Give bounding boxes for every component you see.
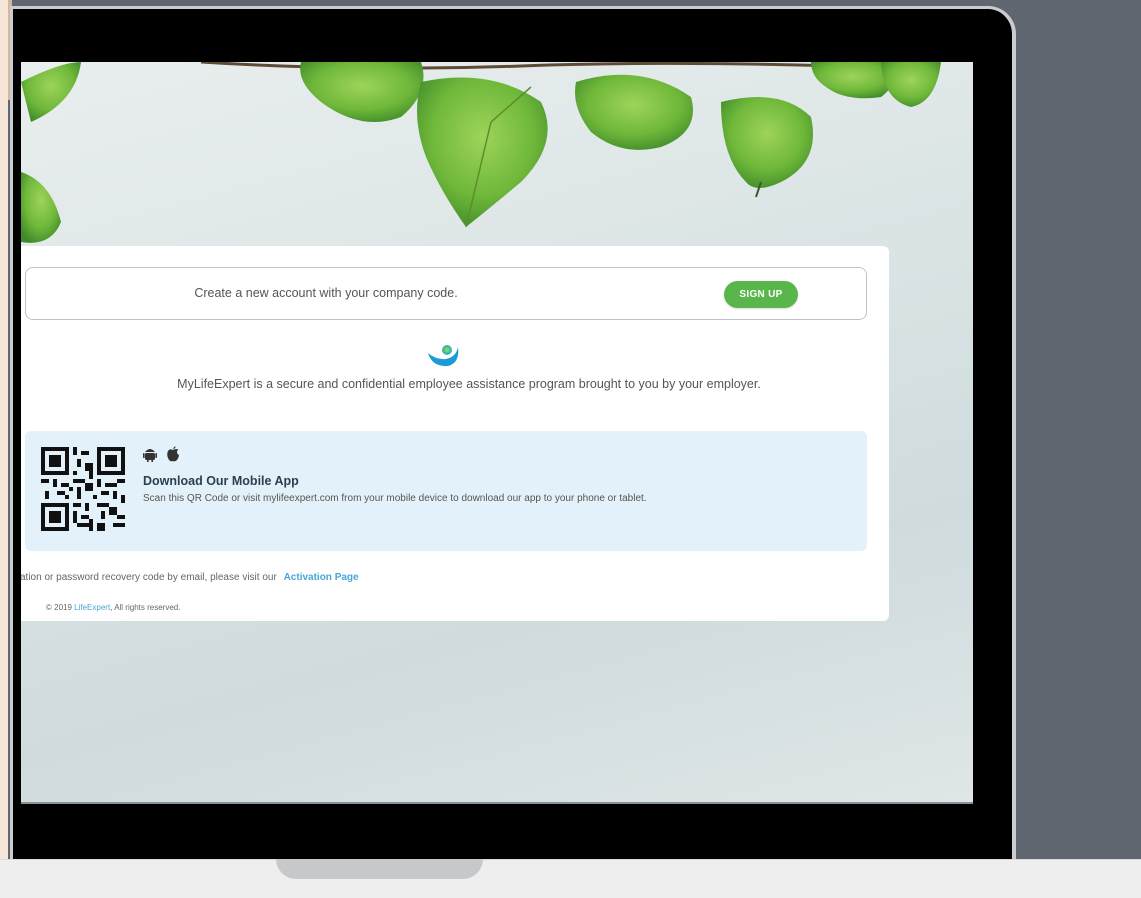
mobile-app-panel: Download Our Mobile App Scan this QR Cod… [25,431,867,551]
android-icon[interactable] [143,446,157,462]
mobile-app-title: Download Our Mobile App [143,474,299,488]
left-edge-strip [0,0,8,897]
activation-text: vation or password recovery code by emai… [21,572,277,583]
activation-page-link[interactable]: Activation Page [284,572,359,583]
activation-line: vation or password recovery code by emai… [21,572,359,583]
screen-bottom-edge [21,802,973,804]
leaves-background-image [21,62,941,243]
login-card: Create a new account with your company c… [21,246,889,621]
copyright-suffix: , All rights reserved. [110,603,181,612]
laptop-base-notch [276,859,483,879]
laptop-frame: Create a new account with your company c… [10,6,1016,876]
copyright-prefix: © 2019 [46,603,72,612]
qr-code-image [41,447,125,531]
program-tagline: MyLifeExpert is a secure and confidentia… [177,377,761,391]
lifeexpert-link[interactable]: LifeExpert [74,603,110,612]
laptop-base [0,859,1141,898]
mylifeexpert-logo [428,345,459,367]
laptop-screen: Create a new account with your company c… [21,62,973,804]
mobile-app-description: Scan this QR Code or visit mylifeexpert.… [143,493,647,504]
signup-prompt-text: Create a new account with your company c… [194,286,458,300]
copyright-footer: © 2019 LifeExpert, All rights reserved. [46,603,180,612]
sign-up-button[interactable]: SIGN UP [724,281,798,308]
apple-icon[interactable] [166,446,180,462]
platform-icons [143,446,180,462]
signup-panel: Create a new account with your company c… [25,267,867,320]
